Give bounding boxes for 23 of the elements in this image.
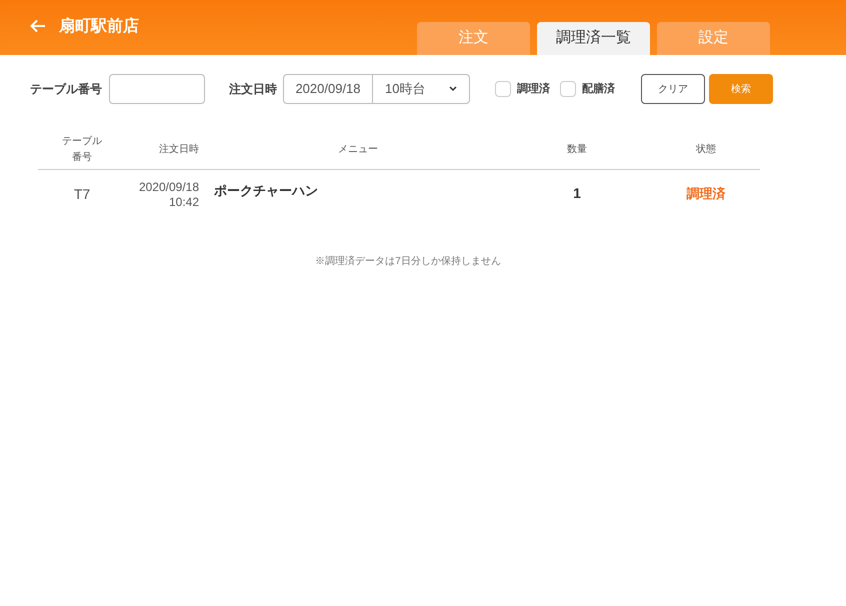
table-cell-text: 2020/09/18: [138, 180, 199, 195]
table-number-field[interactable]: [109, 74, 205, 104]
column-header: 注文日時: [159, 144, 199, 155]
column-header: 数量: [567, 144, 587, 155]
status-label: 調理済: [686, 185, 726, 203]
retention-note: ※調理済データは7日分しか保持しません: [314, 254, 502, 269]
back-arrow-icon[interactable]: [30, 19, 46, 33]
table-cell-text: 10:42: [168, 195, 199, 210]
checkbox[interactable]: [495, 81, 511, 97]
table-cell-text: T7: [72, 185, 92, 204]
checkbox-label: 調理済: [517, 82, 550, 97]
store-title: 扇町駅前店: [59, 16, 139, 37]
clear-button[interactable]: クリア: [641, 74, 705, 104]
checkbox-label: 配膳済: [582, 82, 615, 97]
column-header: 状態: [696, 144, 716, 155]
checkbox[interactable]: [560, 81, 576, 97]
table-cell-text: 1: [572, 184, 582, 203]
order-date-label: 注文日時: [229, 81, 277, 98]
tab[interactable]: 調理済一覧: [537, 22, 650, 55]
table-cell-text: ポークチャーハン: [213, 182, 319, 200]
table-number-label: テーブル番号: [30, 81, 102, 98]
column-header: テーブル番号: [62, 134, 102, 164]
column-header: メニュー: [338, 144, 378, 155]
